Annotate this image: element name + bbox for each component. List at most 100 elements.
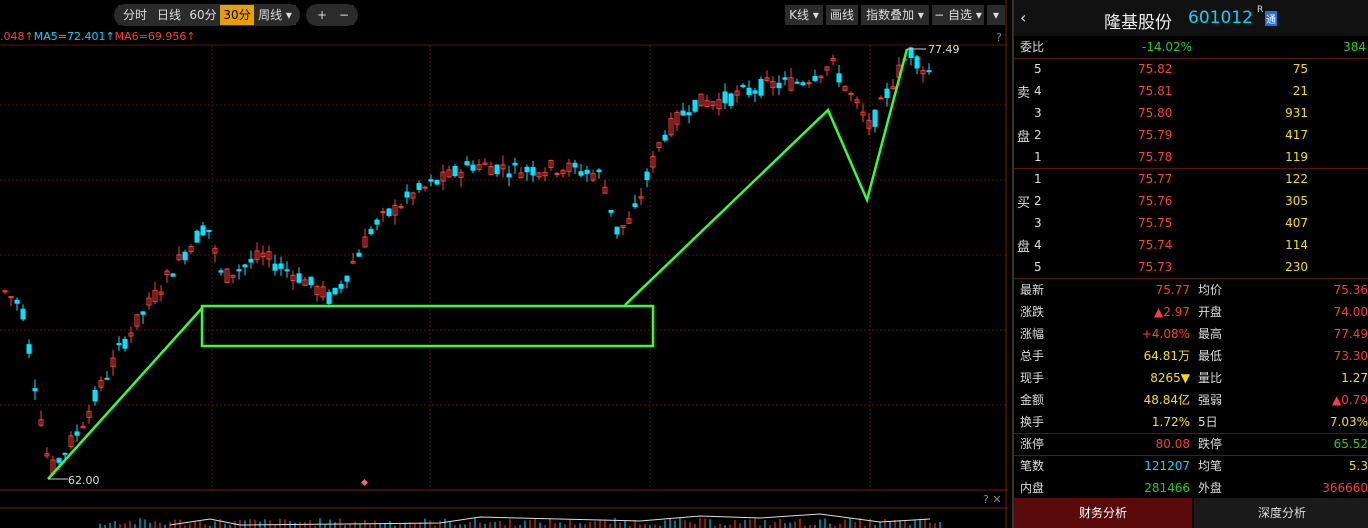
candle-body <box>782 77 788 80</box>
candle-body <box>572 162 578 168</box>
stat-label: 量比 <box>1198 371 1223 385</box>
buy-level-row[interactable]: 1 75.77 122 <box>1014 168 1368 190</box>
level-volume: 119 <box>1285 150 1308 164</box>
candle-body <box>272 263 278 271</box>
candle-body <box>368 228 374 235</box>
level-volume: 230 <box>1285 260 1308 274</box>
stock-name: 隆基股份 <box>1104 13 1172 33</box>
buy-level-row[interactable]: 2 75.76 305 <box>1014 190 1368 212</box>
level-number: 3 <box>1034 106 1042 120</box>
kline-chart-panel[interactable]: 分时 日线 60分 30分 周线 ▾ + − K线 ▾ 画线 指数叠加 ▾ − … <box>0 0 1008 528</box>
level-number: 4 <box>1034 238 1042 252</box>
candle-body <box>194 230 200 243</box>
tab-depth-analysis[interactable]: 深度分析 <box>1194 498 1368 528</box>
sell-level-row[interactable]: 3 75.80 931 <box>1014 102 1368 124</box>
low-price-label: 62.00 <box>68 474 100 487</box>
candle-body <box>434 179 440 185</box>
candle-body <box>776 82 782 89</box>
stat-value: ▲2.97 <box>1154 305 1190 319</box>
trend-line-zigzag <box>624 48 909 306</box>
stat-label: 涨停 <box>1020 437 1045 451</box>
candle-body <box>296 273 302 283</box>
candle-body <box>926 70 932 73</box>
stat-label: 外盘 <box>1198 481 1223 495</box>
stat-value: 80.08 <box>1155 437 1190 451</box>
buy-level-row[interactable]: 5 75.73 230 <box>1014 256 1368 278</box>
candle-body <box>428 179 434 182</box>
candle-body <box>692 99 698 112</box>
stat-label: 最新 <box>1020 283 1045 297</box>
candle-body <box>872 109 878 127</box>
stat-label: 涨幅 <box>1020 327 1045 341</box>
stat-value: ▲0.79 <box>1332 393 1368 407</box>
sell-level-row[interactable]: 4 75.81 21 <box>1014 80 1368 102</box>
candle-body <box>746 87 752 95</box>
trend-line-up <box>47 306 204 480</box>
sell-level-row[interactable]: 5 75.82 75 <box>1014 58 1368 80</box>
candle-body <box>332 287 338 295</box>
tab-financial-analysis[interactable]: 财务分析 <box>1014 498 1192 528</box>
stat-value: 121207 <box>1144 459 1190 473</box>
stat-value: 73.30 <box>1333 349 1368 363</box>
back-chevron-icon[interactable]: ‹ <box>1020 8 1026 27</box>
stat-row: 笔数 121207 均笔 5.3 <box>1014 455 1368 477</box>
candle-body <box>680 110 686 116</box>
level-number: 1 <box>1034 172 1042 186</box>
stat-row: 内盘 281466 外盘 366660 <box>1014 477 1368 499</box>
candle-body <box>584 169 590 174</box>
candle-body <box>248 258 254 263</box>
candle-body <box>386 208 392 216</box>
consolidation-box <box>200 304 655 348</box>
candle-body <box>884 88 890 99</box>
candle-body <box>218 270 224 273</box>
candle-body <box>26 344 32 354</box>
candle-body <box>722 91 728 104</box>
level-price: 75.73 <box>1138 260 1173 274</box>
high-price-label: 77.49 <box>928 43 960 56</box>
candle-body <box>512 162 518 166</box>
stat-label: 换手 <box>1020 415 1045 429</box>
order-ratio-row: 委比 -14.02% 384 <box>1014 36 1368 58</box>
candle-body <box>116 343 122 346</box>
candle-body <box>578 171 584 176</box>
candle-body <box>812 75 818 81</box>
candle-body <box>278 263 284 269</box>
stat-value: 366660 <box>1322 481 1368 495</box>
candle-body <box>662 134 668 141</box>
candle-body <box>242 264 248 268</box>
sell-side-label-2: 盘 <box>1017 130 1031 145</box>
sell-level-row[interactable]: 1 75.78 119 <box>1014 146 1368 168</box>
level-volume: 407 <box>1285 216 1308 230</box>
buy-level-row[interactable]: 3 75.75 407 <box>1014 212 1368 234</box>
stat-label: 内盘 <box>1020 481 1045 495</box>
candle-body <box>122 338 128 349</box>
candle-body <box>914 56 920 69</box>
level-price: 75.80 <box>1138 106 1173 120</box>
level-volume: 417 <box>1285 128 1308 142</box>
level-number: 5 <box>1034 62 1042 76</box>
buy-side-label: 买 <box>1017 196 1031 211</box>
level-number: 4 <box>1034 84 1042 98</box>
connect-badge: 通 <box>1265 11 1277 26</box>
candle-body <box>62 452 68 455</box>
order-ratio-diff: 384 <box>1343 40 1366 54</box>
candle-body <box>752 90 758 94</box>
level-price: 75.77 <box>1138 172 1173 186</box>
stat-label: 最低 <box>1198 349 1223 363</box>
candle-body <box>728 93 734 106</box>
candle-body <box>740 84 746 88</box>
stat-row: 涨停 80.08 跌停 65.52 <box>1014 433 1368 455</box>
candle-body <box>758 78 764 96</box>
sell-level-row[interactable]: 2 75.79 417 <box>1014 124 1368 146</box>
level-volume: 931 <box>1285 106 1308 120</box>
candle-body <box>308 276 314 286</box>
stat-label: 均价 <box>1198 283 1223 297</box>
stat-value: 64.81万 <box>1143 349 1190 363</box>
candle-body <box>686 112 692 116</box>
candle-body <box>806 82 812 85</box>
stat-label: 强弱 <box>1198 393 1223 407</box>
level-price: 75.78 <box>1138 150 1173 164</box>
stat-label: 均笔 <box>1198 459 1223 473</box>
level-number: 2 <box>1034 194 1042 208</box>
buy-level-row[interactable]: 4 75.74 114 <box>1014 234 1368 256</box>
